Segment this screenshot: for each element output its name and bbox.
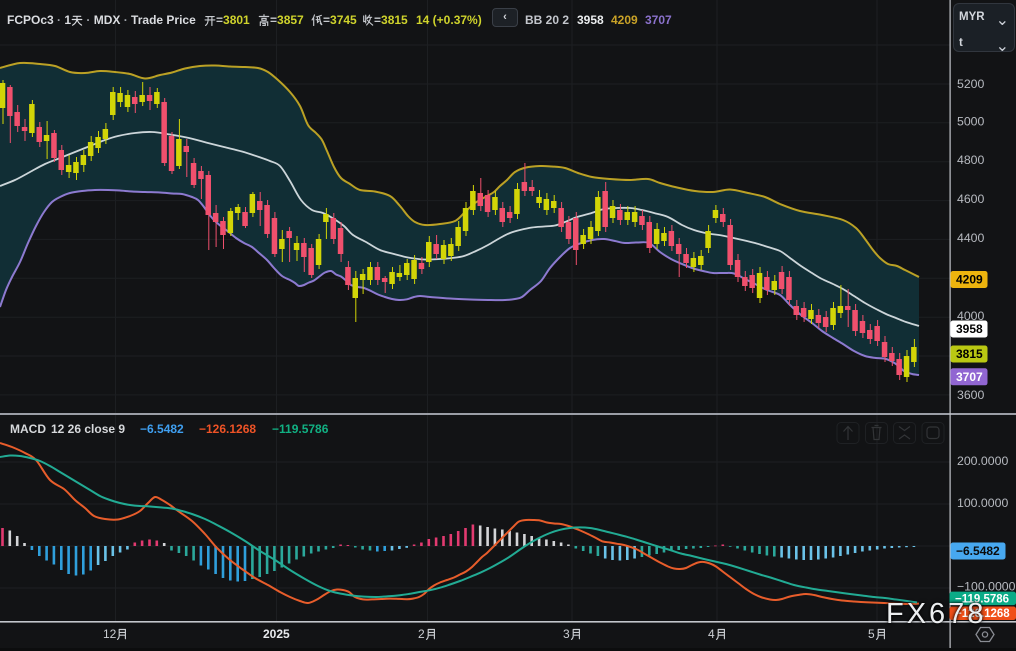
svg-text:−100.0000: −100.0000 xyxy=(957,580,1016,594)
svg-text:3815: 3815 xyxy=(956,347,983,361)
svg-text:4209: 4209 xyxy=(956,273,983,287)
svg-text:4400: 4400 xyxy=(957,231,985,245)
svg-text:5000: 5000 xyxy=(957,115,985,129)
svg-text:−6.5482: −6.5482 xyxy=(956,544,1000,558)
svg-text:100.0000: 100.0000 xyxy=(957,496,1008,510)
svg-text:200.0000: 200.0000 xyxy=(957,454,1008,468)
svg-text:3707: 3707 xyxy=(956,370,983,384)
svg-text:3958: 3958 xyxy=(956,322,983,336)
svg-text:4600: 4600 xyxy=(957,192,985,206)
svg-text:3600: 3600 xyxy=(957,388,985,402)
svg-text:4800: 4800 xyxy=(957,153,985,167)
svg-text:5200: 5200 xyxy=(957,77,985,91)
